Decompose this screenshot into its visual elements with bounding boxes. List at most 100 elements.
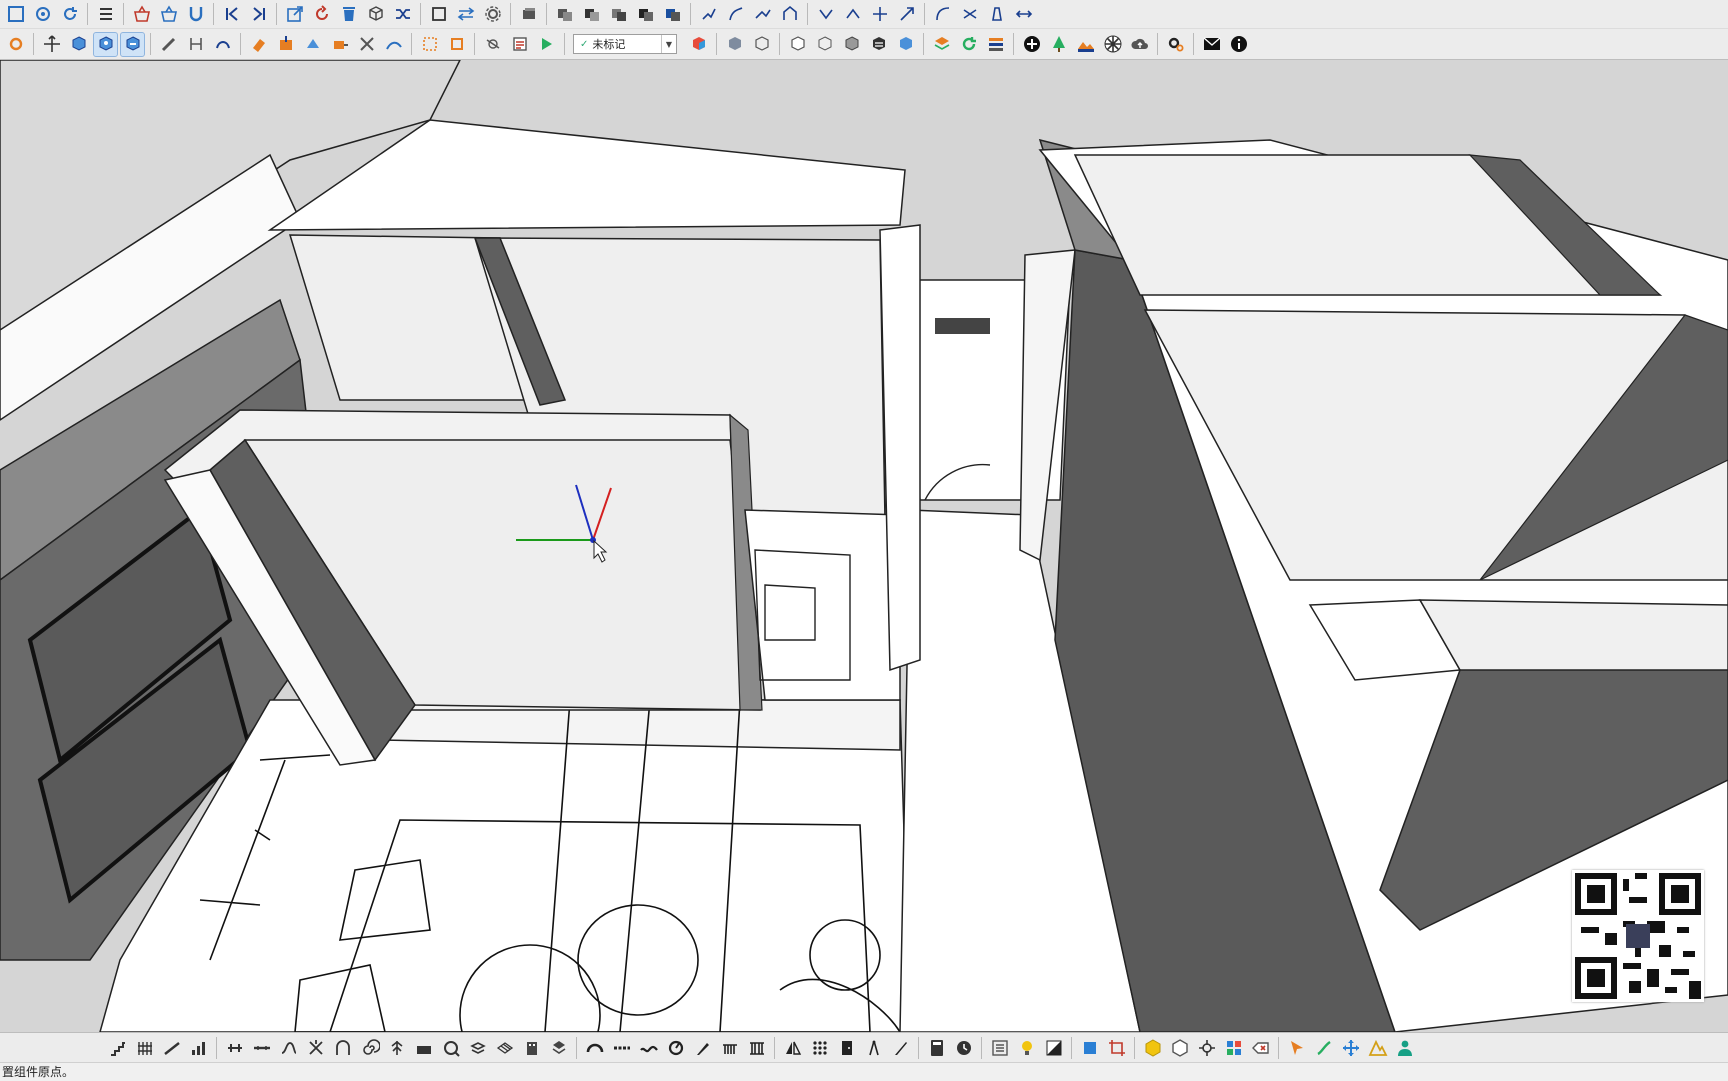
end-icon[interactable]: [247, 3, 270, 26]
tag-select[interactable]: ✓ 未标记 ▼: [573, 34, 677, 54]
dimension-icon[interactable]: [184, 33, 207, 56]
road-icon[interactable]: [223, 1036, 246, 1059]
layer-sync-icon[interactable]: [930, 33, 953, 56]
building-icon[interactable]: [520, 1036, 543, 1059]
mail-icon[interactable]: [1200, 33, 1223, 56]
reload-green-icon[interactable]: [957, 33, 980, 56]
cube-icon[interactable]: [1078, 1036, 1101, 1059]
hexagon-outline-icon[interactable]: [1168, 1036, 1191, 1059]
cross-icon[interactable]: [304, 1036, 327, 1059]
eraser-icon[interactable]: [247, 33, 270, 56]
view-front-icon[interactable]: [120, 31, 145, 57]
grid-3d-icon[interactable]: [493, 1036, 516, 1059]
info-icon[interactable]: [1227, 33, 1250, 56]
face-tool-icon[interactable]: [868, 3, 891, 26]
magnet-icon[interactable]: [184, 3, 207, 26]
tool-icon[interactable]: [1312, 1036, 1335, 1059]
stair-icon[interactable]: [106, 1036, 129, 1059]
view-top-icon[interactable]: [93, 31, 118, 57]
arrows-icon[interactable]: [454, 3, 477, 26]
scale-tool-icon[interactable]: [895, 3, 918, 26]
xray-icon[interactable]: [723, 33, 746, 56]
clock-icon[interactable]: [952, 1036, 975, 1059]
wall-icon[interactable]: [412, 1036, 435, 1059]
basket-delete-icon[interactable]: [130, 3, 153, 26]
wireframe-icon[interactable]: [750, 33, 773, 56]
calculator-icon[interactable]: [925, 1036, 948, 1059]
follow-me-icon[interactable]: [211, 33, 234, 56]
cube-stack-icon[interactable]: [466, 1036, 489, 1059]
monochrome-icon[interactable]: [867, 33, 890, 56]
brush-icon[interactable]: [691, 1036, 714, 1059]
shaded-texture-icon[interactable]: [840, 33, 863, 56]
offset-tool-icon[interactable]: [751, 3, 774, 26]
outliner-icon[interactable]: [94, 3, 117, 26]
color-by-tag-icon[interactable]: [687, 33, 710, 56]
settings-gears-icon[interactable]: [1164, 33, 1187, 56]
checker-sphere-icon[interactable]: [1101, 33, 1124, 56]
push-pull-icon[interactable]: [274, 33, 297, 56]
line-icon[interactable]: [250, 1036, 273, 1059]
chart-icon[interactable]: [187, 1036, 210, 1059]
column-icon[interactable]: [745, 1036, 768, 1059]
ruler-icon[interactable]: [160, 1036, 183, 1059]
spiral-icon[interactable]: [358, 1036, 381, 1059]
add-circle-icon[interactable]: [1020, 33, 1043, 56]
crop-icon[interactable]: [1105, 1036, 1128, 1059]
chevron-down-icon[interactable]: ▼: [661, 35, 676, 53]
group-icon[interactable]: [418, 33, 441, 56]
arc-icon[interactable]: [583, 1036, 606, 1059]
box-icon[interactable]: [364, 3, 387, 26]
entity-info-icon[interactable]: [508, 33, 531, 56]
sandbox-icon[interactable]: [382, 33, 405, 56]
extrude-tool-icon[interactable]: [778, 3, 801, 26]
path-icon[interactable]: [277, 1036, 300, 1059]
style-icon[interactable]: [894, 33, 917, 56]
trash-icon[interactable]: [337, 3, 360, 26]
solid-subtract-icon[interactable]: [580, 3, 603, 26]
frame-icon[interactable]: [427, 3, 450, 26]
comb-icon[interactable]: [718, 1036, 741, 1059]
twist-tool-icon[interactable]: [958, 3, 981, 26]
move-tool-icon[interactable]: [697, 3, 720, 26]
door-icon[interactable]: [835, 1036, 858, 1059]
pencil-icon[interactable]: [157, 33, 180, 56]
curve-tool-icon[interactable]: [724, 3, 747, 26]
hexagon-icon[interactable]: [1141, 1036, 1164, 1059]
solid-icon[interactable]: [517, 3, 540, 26]
knife-icon[interactable]: [889, 1036, 912, 1059]
tape-icon[interactable]: [328, 33, 351, 56]
shaded-icon[interactable]: [813, 33, 836, 56]
components-icon[interactable]: [31, 3, 54, 26]
solid-trim-icon[interactable]: [634, 3, 657, 26]
solid-split-icon[interactable]: [661, 3, 684, 26]
person-icon[interactable]: [1393, 1036, 1416, 1059]
stretch-tool-icon[interactable]: [1012, 3, 1035, 26]
layers-icon[interactable]: [984, 33, 1007, 56]
solid-union-icon[interactable]: [553, 3, 576, 26]
scenes-icon[interactable]: [535, 33, 558, 56]
cursor-tool-icon[interactable]: [1285, 1036, 1308, 1059]
select-icon[interactable]: [4, 3, 27, 26]
taper-tool-icon[interactable]: [985, 3, 1008, 26]
move-icon[interactable]: [1339, 1036, 1362, 1059]
array-icon[interactable]: [808, 1036, 831, 1059]
bend-tool-icon[interactable]: [931, 3, 954, 26]
section-icon[interactable]: [355, 33, 378, 56]
mirror-icon[interactable]: [781, 1036, 804, 1059]
chain-icon[interactable]: [610, 1036, 633, 1059]
terrain-icon[interactable]: [1074, 33, 1097, 56]
faces-icon[interactable]: [547, 1036, 570, 1059]
hidden-line-icon[interactable]: [786, 33, 809, 56]
gear-orange-icon[interactable]: [4, 33, 27, 56]
pipe-icon[interactable]: [439, 1036, 462, 1059]
orbit-icon[interactable]: [40, 33, 63, 56]
rotate-icon[interactable]: [310, 3, 333, 26]
erase-icon[interactable]: [1249, 1036, 1272, 1059]
paint-icon[interactable]: [301, 33, 324, 56]
bulb-icon[interactable]: [1015, 1036, 1038, 1059]
gear-icon[interactable]: [481, 3, 504, 26]
start-icon[interactable]: [220, 3, 243, 26]
solid-intersect-icon[interactable]: [607, 3, 630, 26]
basket-icon[interactable]: [157, 3, 180, 26]
